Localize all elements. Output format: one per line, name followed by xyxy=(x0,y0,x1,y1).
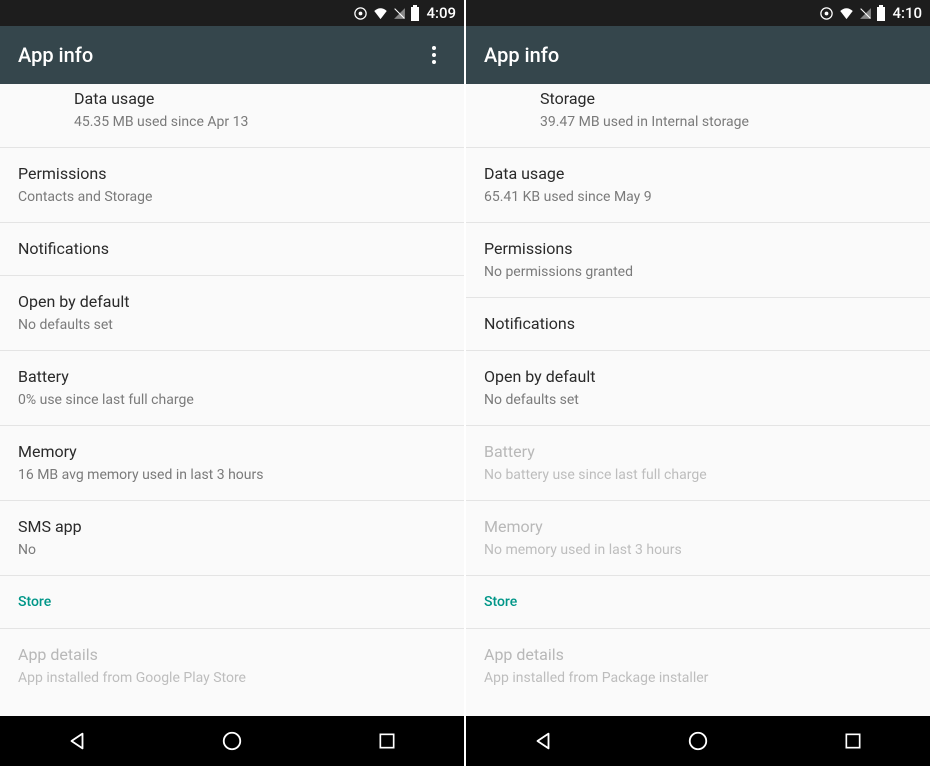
battery-icon xyxy=(876,5,886,21)
row-title: Notifications xyxy=(18,238,446,260)
row-memory: Memory No memory used in last 3 hours xyxy=(466,500,930,575)
back-button[interactable] xyxy=(32,721,122,761)
row-notifications[interactable]: Notifications xyxy=(466,297,930,350)
wifi-icon xyxy=(838,6,855,21)
row-title: Data usage xyxy=(484,163,912,185)
row-data-usage[interactable]: Data usage 65.41 KB used since May 9 xyxy=(466,147,930,222)
wifi-icon xyxy=(372,6,389,21)
row-open-by-default[interactable]: Open by default No defaults set xyxy=(466,350,930,425)
app-bar: App info xyxy=(0,26,464,84)
status-bar: 4:09 xyxy=(0,0,464,26)
back-button[interactable] xyxy=(498,721,588,761)
row-subtitle: 45.35 MB used since Apr 13 xyxy=(74,112,446,132)
row-app-details[interactable]: App details App installed from Google Pl… xyxy=(0,628,464,703)
battery-icon xyxy=(410,5,420,21)
row-subtitle: 0% use since last full charge xyxy=(18,390,446,410)
sync-icon xyxy=(819,6,834,21)
settings-list: Data usage 45.35 MB used since Apr 13 Pe… xyxy=(0,84,464,716)
row-title: Permissions xyxy=(484,238,912,260)
row-battery[interactable]: Battery 0% use since last full charge xyxy=(0,350,464,425)
no-sim-icon xyxy=(393,6,406,21)
row-subtitle: 39.47 MB used in Internal storage xyxy=(540,112,912,132)
home-button[interactable] xyxy=(187,721,277,761)
row-subtitle: No defaults set xyxy=(18,315,446,335)
phone-left: 4:09 App info Data usage 45.35 MB used s… xyxy=(0,0,464,766)
section-store: Store xyxy=(0,575,464,628)
row-subtitle: 65.41 KB used since May 9 xyxy=(484,187,912,207)
row-title: Open by default xyxy=(18,291,446,313)
row-title: Battery xyxy=(18,366,446,388)
row-subtitle: App installed from Google Play Store xyxy=(18,668,446,688)
section-title: Store xyxy=(18,591,446,613)
row-title: App details xyxy=(484,644,912,666)
no-sim-icon xyxy=(859,6,872,21)
overflow-menu-button[interactable] xyxy=(422,43,446,67)
phone-right: 4:10 App info Storage 39.47 MB used in I… xyxy=(466,0,930,766)
status-time: 4:10 xyxy=(892,4,922,22)
row-title: Permissions xyxy=(18,163,446,185)
row-app-details[interactable]: App details App installed from Package i… xyxy=(466,628,930,703)
row-permissions[interactable]: Permissions No permissions granted xyxy=(466,222,930,297)
row-subtitle: No memory used in last 3 hours xyxy=(484,540,912,560)
row-subtitle: No battery use since last full charge xyxy=(484,465,912,485)
row-title: App details xyxy=(18,644,446,666)
row-title: Data usage xyxy=(74,88,446,110)
row-title: Battery xyxy=(484,441,912,463)
page-title: App info xyxy=(484,43,559,67)
sync-icon xyxy=(353,6,368,21)
navigation-bar xyxy=(0,716,464,766)
row-permissions[interactable]: Permissions Contacts and Storage xyxy=(0,147,464,222)
row-open-by-default[interactable]: Open by default No defaults set xyxy=(0,275,464,350)
settings-list: Storage 39.47 MB used in Internal storag… xyxy=(466,84,930,716)
row-memory[interactable]: Memory 16 MB avg memory used in last 3 h… xyxy=(0,425,464,500)
page-title: App info xyxy=(18,43,93,67)
row-title: SMS app xyxy=(18,516,446,538)
row-title: Memory xyxy=(484,516,912,538)
row-subtitle: 16 MB avg memory used in last 3 hours xyxy=(18,465,446,485)
recents-button[interactable] xyxy=(342,721,432,761)
row-subtitle: App installed from Package installer xyxy=(484,668,912,688)
row-notifications[interactable]: Notifications xyxy=(0,222,464,275)
status-time: 4:09 xyxy=(426,4,456,22)
section-title: Store xyxy=(484,591,912,613)
row-title: Notifications xyxy=(484,313,912,335)
row-data-usage[interactable]: Data usage 45.35 MB used since Apr 13 xyxy=(0,84,464,147)
row-title: Open by default xyxy=(484,366,912,388)
recents-button[interactable] xyxy=(808,721,898,761)
row-title: Memory xyxy=(18,441,446,463)
home-button[interactable] xyxy=(653,721,743,761)
row-sms-app[interactable]: SMS app No xyxy=(0,500,464,575)
app-bar: App info xyxy=(466,26,930,84)
section-store: Store xyxy=(466,575,930,628)
navigation-bar xyxy=(466,716,930,766)
row-subtitle: No permissions granted xyxy=(484,262,912,282)
row-title: Storage xyxy=(540,88,912,110)
row-subtitle: No defaults set xyxy=(484,390,912,410)
row-subtitle: No xyxy=(18,540,446,560)
status-bar: 4:10 xyxy=(466,0,930,26)
row-battery: Battery No battery use since last full c… xyxy=(466,425,930,500)
row-storage[interactable]: Storage 39.47 MB used in Internal storag… xyxy=(466,84,930,147)
row-subtitle: Contacts and Storage xyxy=(18,187,446,207)
